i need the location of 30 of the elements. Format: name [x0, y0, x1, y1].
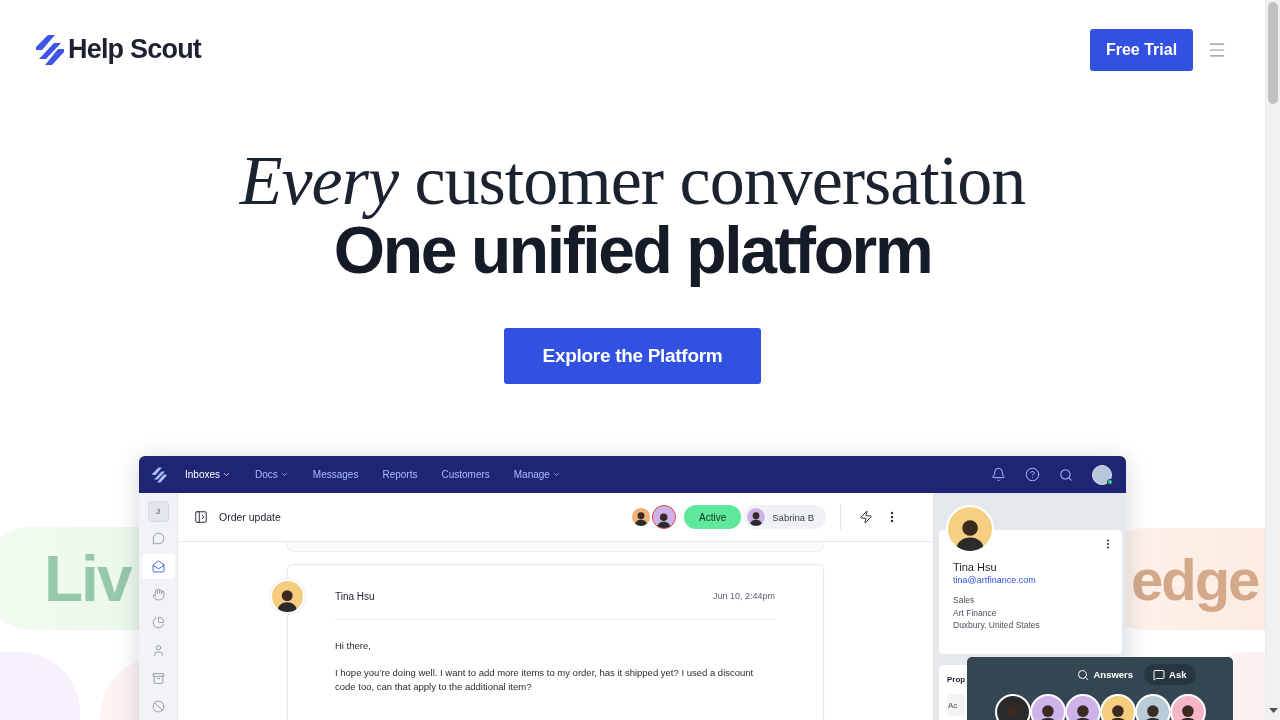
account-initial[interactable]: J: [147, 501, 169, 522]
customer-email[interactable]: tina@artfinance.com: [953, 575, 1108, 585]
logo[interactable]: Help Scout: [36, 33, 201, 66]
headline: Every customer conversation: [239, 142, 1026, 219]
assistant-tab[interactable]: Answers: [1068, 664, 1143, 685]
explore-platform-button[interactable]: Explore the Platform: [504, 328, 761, 384]
logo-text: Help Scout: [68, 34, 201, 65]
sender-name: Tina Hsu: [335, 590, 375, 602]
nav-item[interactable]: Reports: [382, 469, 418, 480]
nav-item[interactable]: Manage: [513, 469, 561, 480]
message-time: Jun 10, 2:44pm: [712, 591, 775, 601]
customer-detail: Duxbury, United States: [953, 619, 1041, 632]
assistant-tab[interactable]: Ask: [1144, 664, 1196, 685]
nav-item[interactable]: Docs: [255, 469, 289, 480]
free-trial-button[interactable]: Free Trial: [1090, 28, 1193, 71]
customer-detail: Sales: [953, 594, 976, 607]
message-body: I hope you’re doing well. I want to add more items to my order, has it shipped yet? I used a discount code too, can that apply to the additional item?: [335, 666, 755, 694]
nav-item[interactable]: Customers: [441, 469, 490, 480]
nav-item[interactable]: Inboxes: [185, 469, 232, 480]
property-field[interactable]: Ac: [947, 694, 965, 716]
customer-detail: Art Finance: [953, 606, 998, 619]
assignee-chip[interactable]: Sabrina B: [744, 505, 826, 529]
feature-label: Liv: [44, 541, 131, 616]
nav-item[interactable]: Messages: [312, 469, 359, 480]
conversation-subject: Order update: [219, 511, 281, 523]
assignee-name: Sabrina B: [772, 511, 814, 523]
message-greeting: Hi there,: [335, 640, 372, 651]
feature-label: edge: [1131, 545, 1259, 613]
customer-name: Tina Hsu: [953, 561, 998, 573]
status-badge[interactable]: Active: [684, 505, 742, 529]
